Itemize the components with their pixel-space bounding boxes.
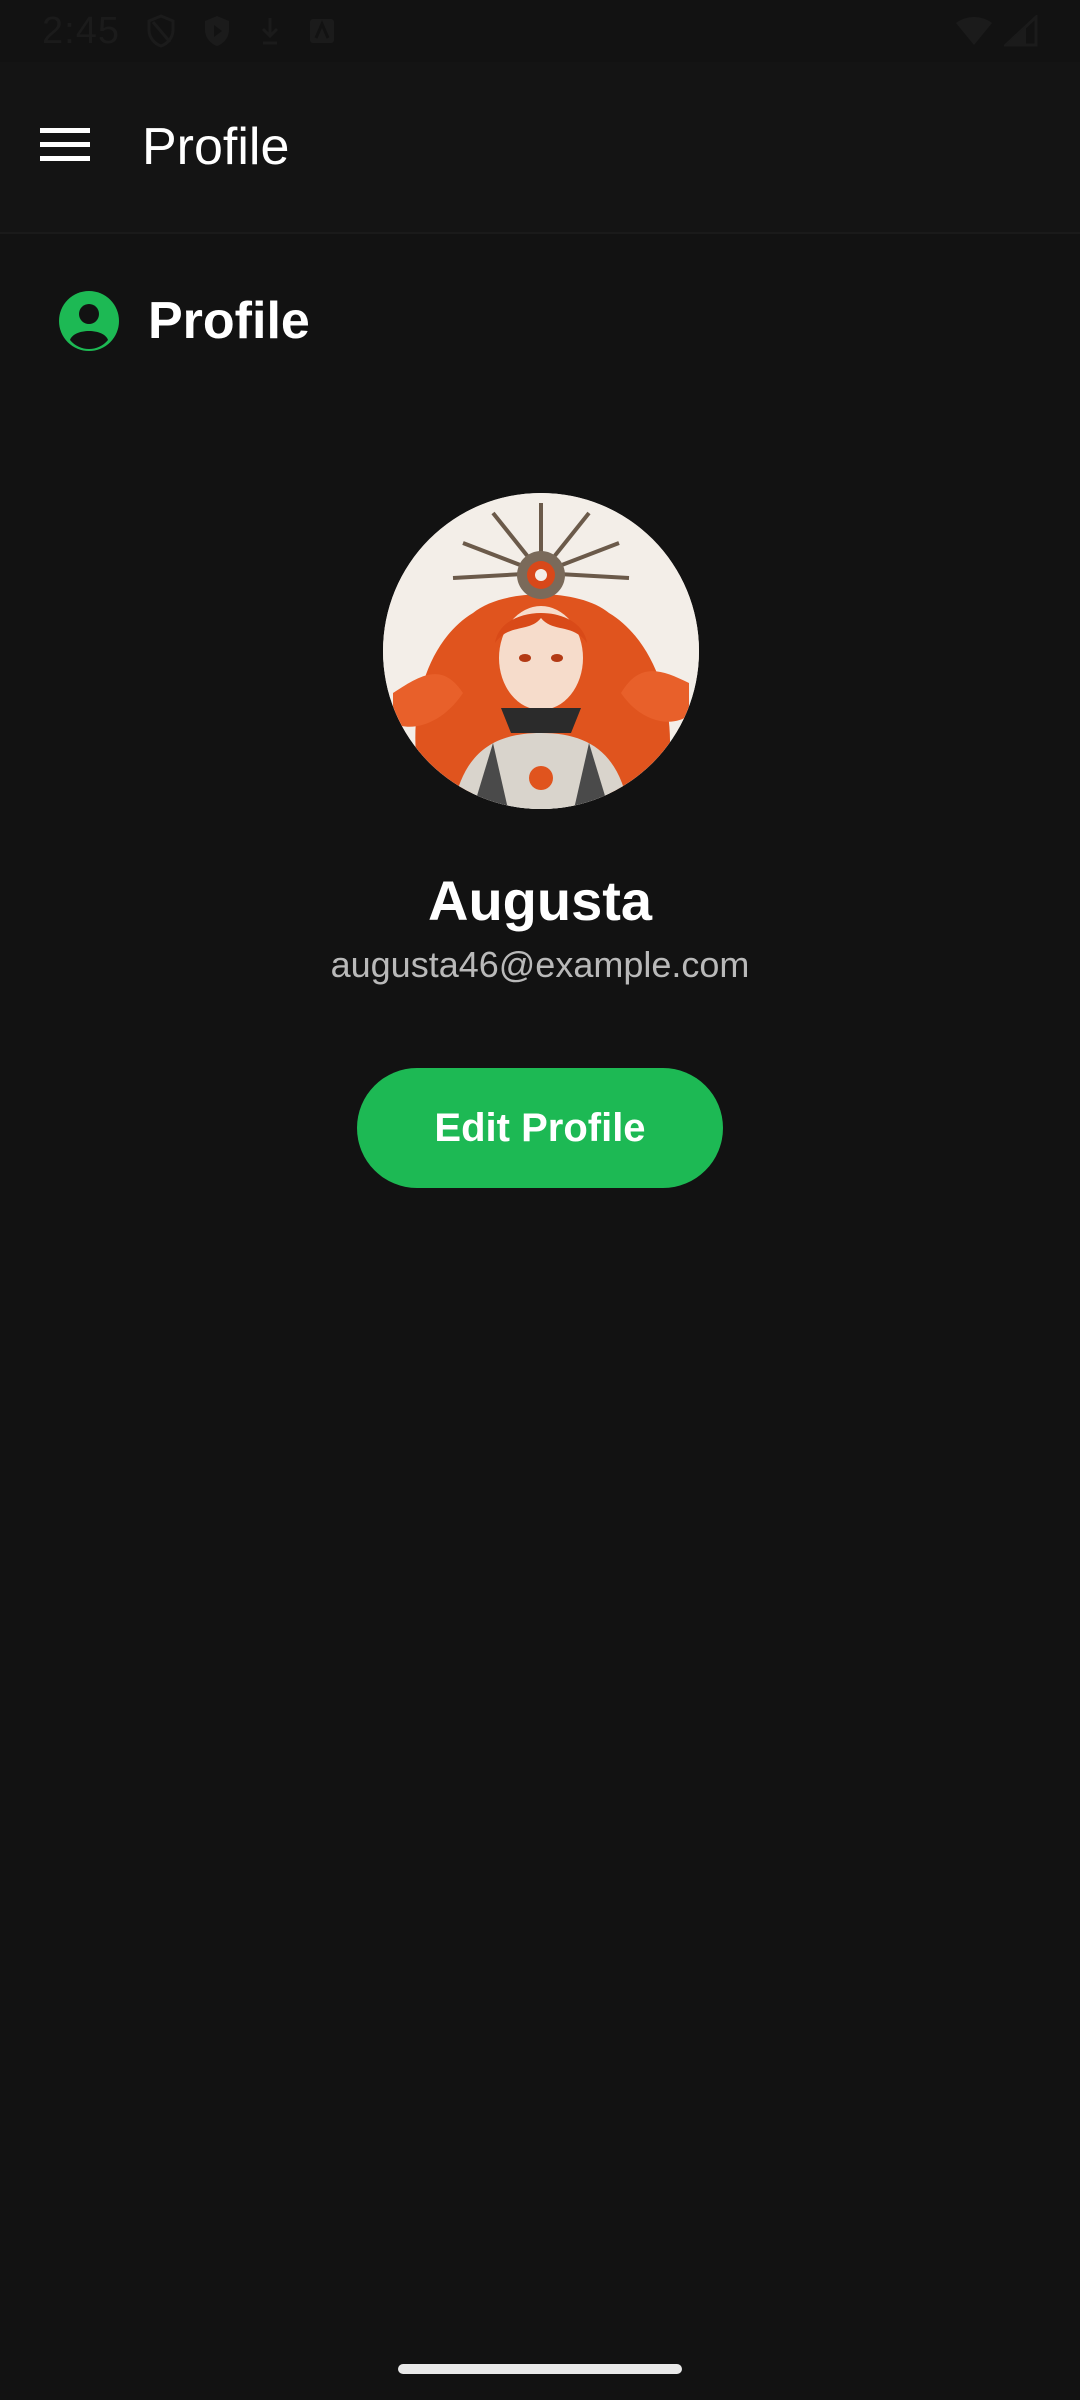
avatar-illustration xyxy=(383,493,699,809)
user-name: Augusta xyxy=(428,869,652,932)
download-icon xyxy=(258,15,282,47)
app-bar: Profile xyxy=(0,62,1080,234)
status-left: 2:45 xyxy=(42,10,336,53)
app-bar-title: Profile xyxy=(142,118,290,176)
profile-screen: 2:45 Profile Profile Augusta augusta46@e… xyxy=(0,0,1080,2400)
status-time: 2:45 xyxy=(42,9,120,52)
account-circle-icon xyxy=(58,290,120,352)
user-email: augusta46@example.com xyxy=(330,944,750,985)
play-shield-icon xyxy=(202,14,232,48)
shield-icon xyxy=(146,14,176,48)
home-indicator[interactable] xyxy=(398,2364,682,2374)
menu-button[interactable] xyxy=(30,112,100,182)
hamburger-menu-icon xyxy=(40,126,90,169)
wifi-icon xyxy=(954,15,994,47)
app-icon xyxy=(308,17,336,45)
avatar xyxy=(383,493,699,809)
section-title: Profile xyxy=(148,292,310,350)
section-header: Profile xyxy=(58,290,310,352)
signal-icon xyxy=(1004,15,1038,47)
edit-profile-button[interactable]: Edit Profile xyxy=(357,1068,723,1188)
status-bar: 2:45 xyxy=(0,0,1080,62)
status-right xyxy=(954,15,1038,47)
